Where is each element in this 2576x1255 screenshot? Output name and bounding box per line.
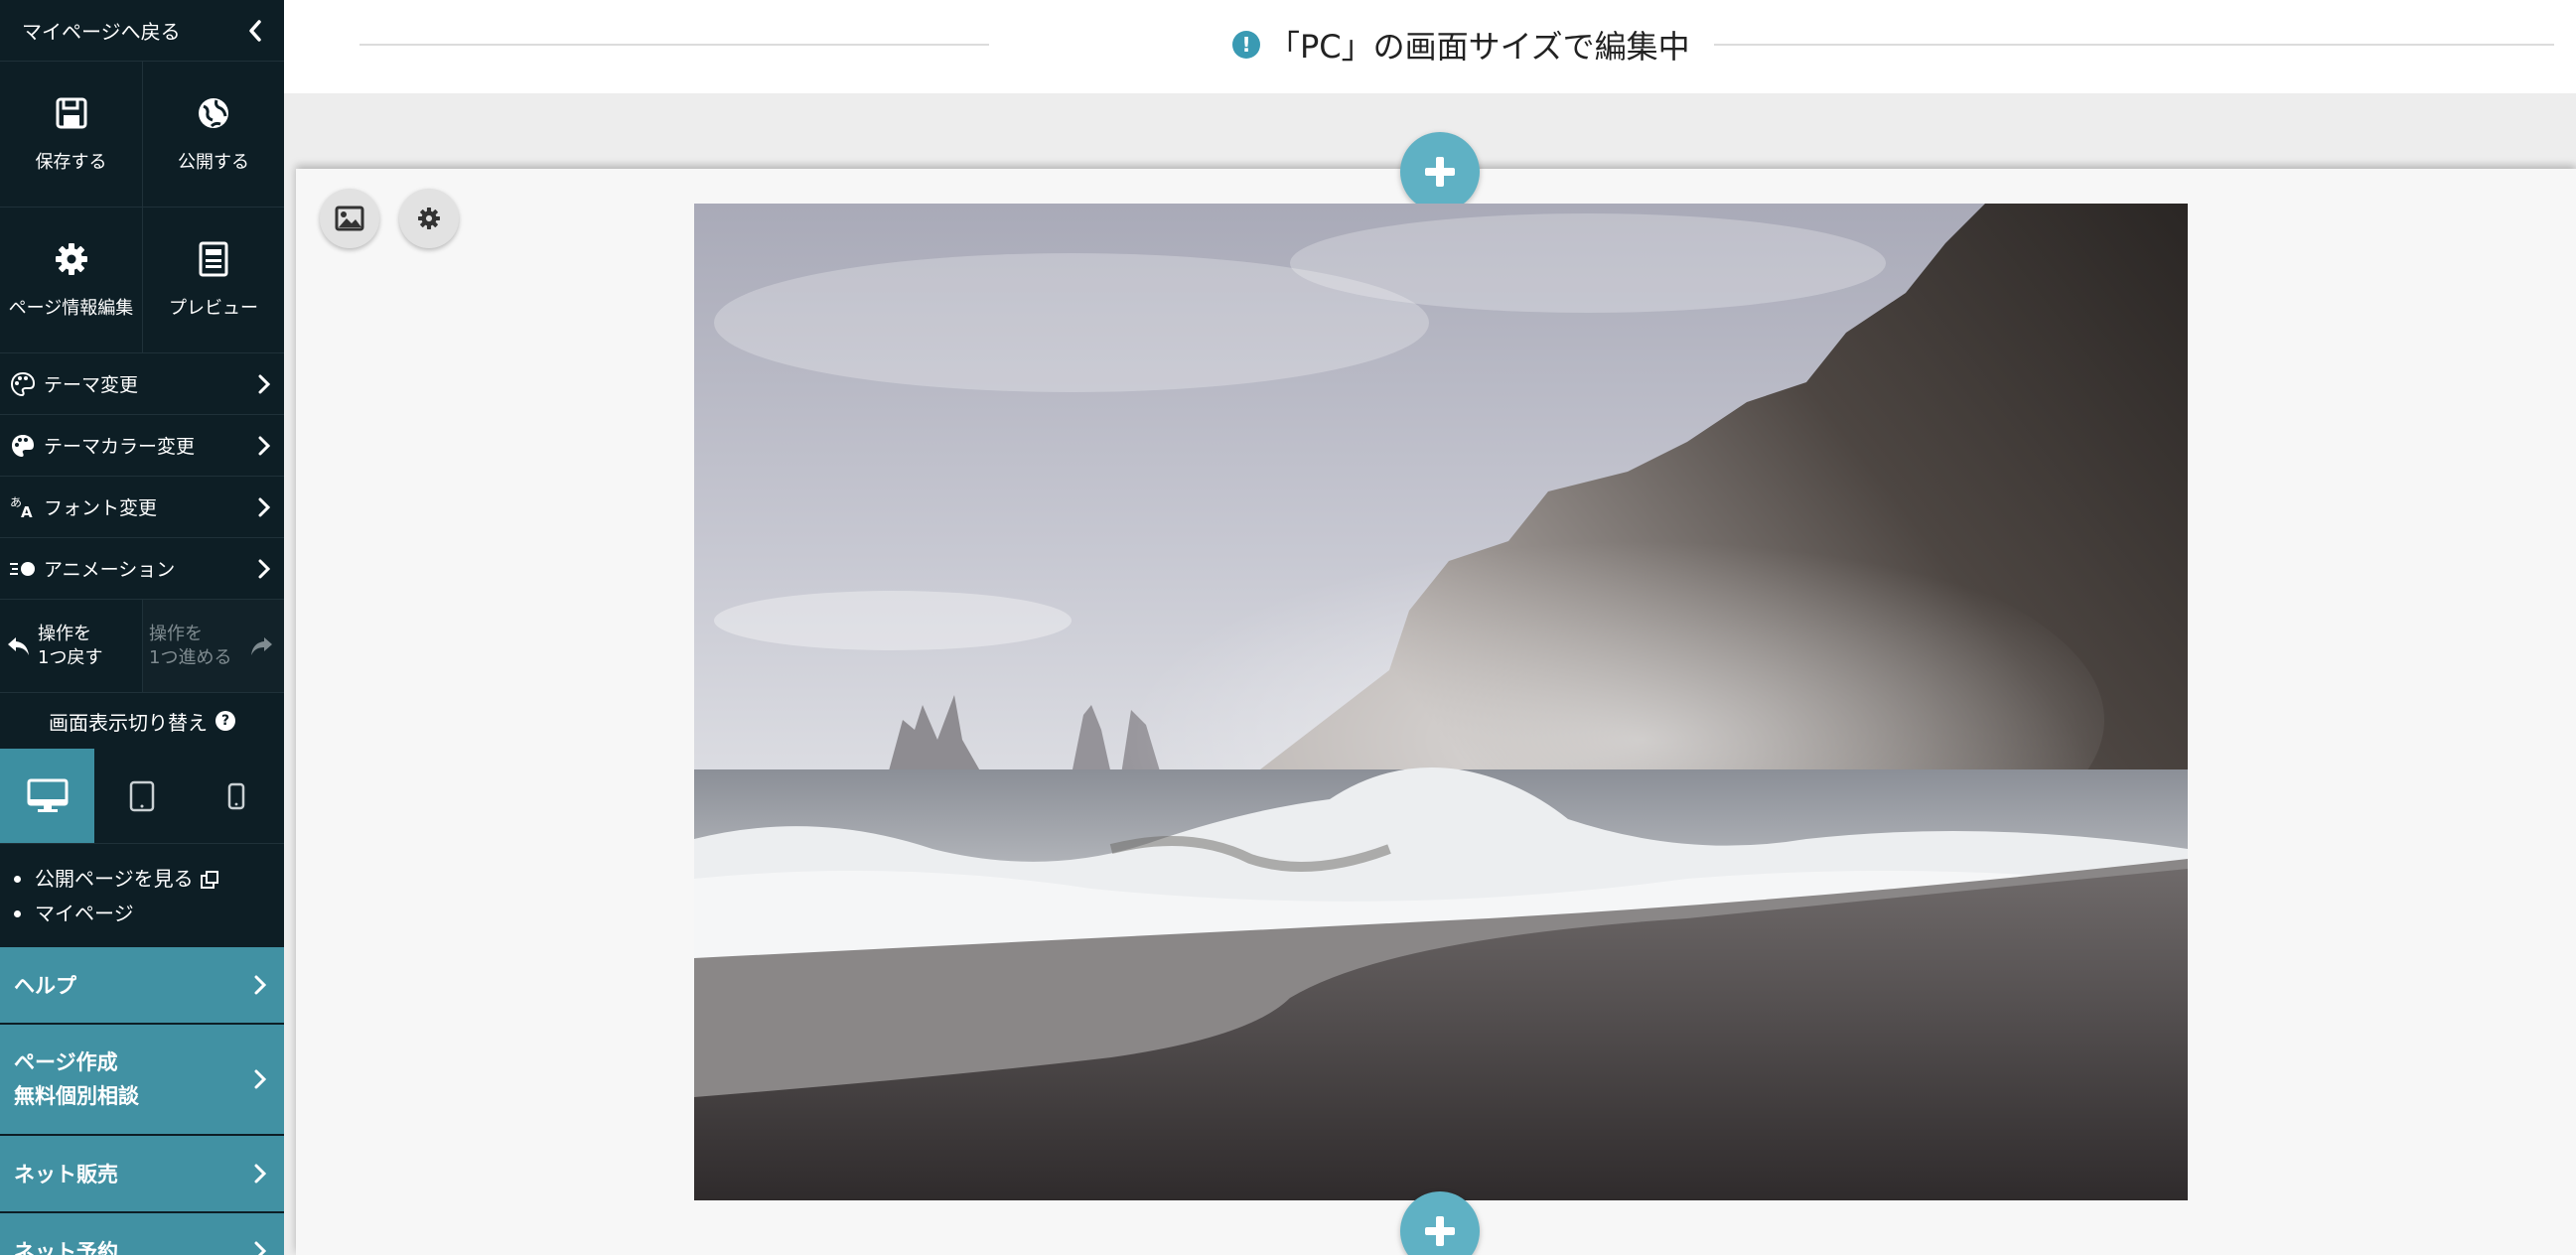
online-sales-menu[interactable]: ネット販売	[0, 1134, 284, 1211]
plus-icon	[1425, 157, 1455, 187]
chevron-left-icon	[249, 19, 261, 42]
animation-menu[interactable]: アニメーション	[0, 538, 284, 600]
theme-change-label: テーマ変更	[44, 374, 139, 396]
notice-divider-right	[1714, 44, 2554, 46]
device-tablet-button[interactable]	[94, 749, 189, 843]
chevron-right-icon	[254, 1241, 266, 1255]
beach-photo	[694, 204, 2188, 1200]
consultation-label-line1: ページ作成	[14, 1050, 118, 1074]
help-question-icon[interactable]: ?	[215, 711, 235, 731]
theme-change-menu[interactable]: テーマ変更	[0, 353, 284, 415]
editing-notice: ! 「PC」の画面サイズで編集中	[1232, 22, 1690, 68]
image-icon	[335, 206, 364, 231]
palette-icon	[12, 434, 34, 457]
font-change-label: フォント変更	[44, 497, 158, 519]
publish-label: 公開する	[178, 152, 249, 173]
chevron-right-icon	[258, 559, 270, 578]
page-info-edit-label: ページ情報編集	[8, 298, 134, 319]
save-label: 保存する	[35, 152, 107, 173]
redo-icon	[251, 636, 272, 655]
publish-button[interactable]: 公開する	[142, 62, 284, 207]
online-reservation-menu[interactable]: ネット予約	[0, 1211, 284, 1255]
hero-image-beach-cliffs[interactable]	[694, 204, 2188, 1200]
view-public-page-label: 公開ページを見る	[35, 867, 194, 891]
desktop-icon	[27, 778, 69, 812]
animation-label: アニメーション	[44, 559, 176, 581]
undo-icon	[8, 636, 29, 655]
display-switch-label: 画面表示切り替え	[49, 710, 208, 735]
gear-icon	[418, 208, 440, 229]
redo-label-line2: 1つ進める	[149, 646, 232, 668]
mypage-link[interactable]: マイページ	[14, 897, 284, 931]
online-sales-label: ネット販売	[14, 1163, 118, 1186]
image-edit-button[interactable]	[320, 189, 379, 248]
sidebar: マイページへ戻る 保存する 公開する ページ情報編集 プレビュー テーマ変更 テ…	[0, 0, 284, 1255]
redo-button[interactable]: 操作を 1つ進める	[142, 600, 284, 692]
undo-label-line1: 操作を	[38, 623, 91, 644]
globe-icon	[199, 98, 228, 128]
save-icon	[56, 97, 86, 129]
chevron-right-icon	[258, 436, 270, 455]
editing-notice-bar: ! 「PC」の画面サイズで編集中	[284, 0, 2576, 93]
external-link-icon	[200, 870, 218, 889]
chevron-right-icon	[254, 1164, 266, 1184]
palette-icon	[10, 371, 36, 396]
help-menu[interactable]: ヘルプ	[0, 945, 284, 1023]
preview-icon	[199, 241, 228, 277]
online-reservation-label: ネット予約	[14, 1240, 118, 1255]
block-settings-button[interactable]	[399, 189, 459, 248]
svg-text:A: A	[21, 503, 33, 520]
gear-icon	[55, 243, 87, 275]
preview-label: プレビュー	[169, 298, 258, 319]
mypage-label: マイページ	[35, 902, 134, 925]
theme-color-change-menu[interactable]: テーマカラー変更	[0, 415, 284, 477]
chevron-right-icon	[254, 1069, 266, 1089]
save-button[interactable]: 保存する	[0, 62, 142, 207]
preview-button[interactable]: プレビュー	[142, 208, 284, 352]
back-to-mypage-button[interactable]: マイページへ戻る	[0, 0, 284, 62]
font-change-menu[interactable]: あA フォント変更	[0, 477, 284, 538]
animation-icon	[10, 561, 35, 576]
add-block-above-button[interactable]	[1400, 132, 1480, 211]
chevron-right-icon	[258, 497, 270, 516]
plus-icon	[1425, 1216, 1455, 1246]
undo-label-line2: 1つ戻す	[38, 646, 103, 668]
view-public-page-link[interactable]: 公開ページを見る	[14, 862, 284, 897]
info-exclamation-icon: !	[1232, 31, 1260, 59]
notice-divider-left	[359, 44, 989, 46]
smartphone-icon	[228, 782, 245, 809]
undo-button[interactable]: 操作を 1つ戻す	[0, 600, 142, 692]
theme-color-change-label: テーマカラー変更	[44, 436, 196, 458]
back-to-mypage-label: マイページへ戻る	[22, 20, 181, 44]
editing-notice-text: 「PC」の画面サイズで編集中	[1268, 28, 1690, 66]
device-smartphone-button[interactable]	[190, 749, 284, 843]
consultation-menu[interactable]: ページ作成無料個別相談	[0, 1023, 284, 1134]
tablet-icon	[129, 780, 155, 811]
display-switch-title: 画面表示切り替え ?	[0, 693, 284, 749]
consultation-label-line2: 無料個別相談	[14, 1084, 139, 1108]
device-pc-button[interactable]	[0, 749, 95, 843]
help-label: ヘルプ	[14, 974, 76, 998]
font-icon: あA	[10, 495, 33, 520]
page-info-edit-button[interactable]: ページ情報編集	[0, 208, 142, 352]
redo-label-line1: 操作を	[149, 623, 203, 644]
chevron-right-icon	[254, 975, 266, 995]
chevron-right-icon	[258, 374, 270, 393]
